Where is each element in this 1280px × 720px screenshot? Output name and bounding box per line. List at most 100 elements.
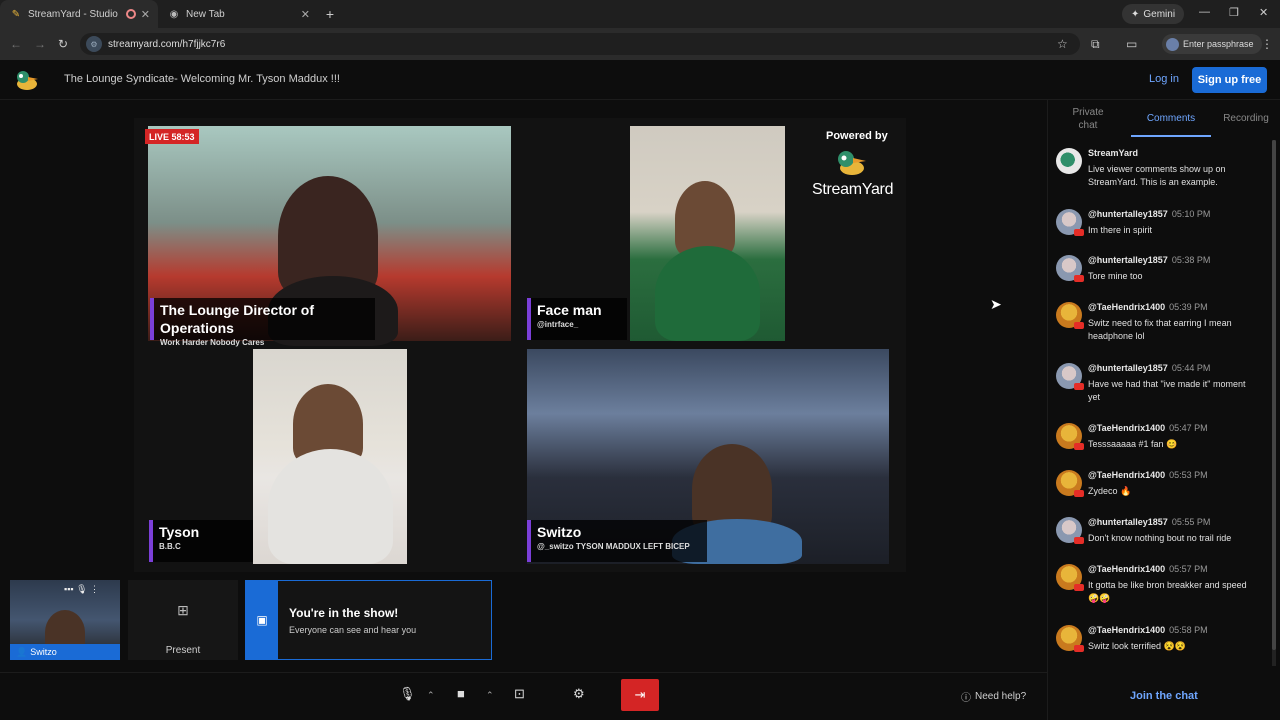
sparkle-icon: ✦	[1131, 8, 1140, 20]
comment-meta: @huntertalley1857 05:44 PM	[1088, 363, 1210, 373]
tab-new-tab[interactable]: ◉ New Tab ✕	[158, 0, 318, 28]
microphone-icon[interactable]: 🎙	[399, 686, 416, 702]
user-avatar	[1056, 564, 1084, 591]
tab-recording[interactable]: Recording	[1216, 113, 1276, 124]
participant-name: The Lounge Director of Operations	[160, 302, 314, 336]
comment-meta: @TaeHendrix1400 05:53 PM	[1088, 470, 1208, 480]
reload-icon[interactable]: ↻	[58, 37, 68, 51]
tab-comments[interactable]: Comments	[1136, 113, 1206, 124]
active-tab-underline	[1131, 135, 1211, 137]
close-tab-icon[interactable]: ✕	[141, 8, 150, 21]
user-avatar	[1056, 255, 1084, 282]
present-screen-icon: ⊞	[177, 602, 189, 618]
self-name: Switzo	[30, 647, 57, 657]
streamyard-logo-icon	[17, 71, 38, 90]
close-tab-icon[interactable]: ✕	[301, 8, 310, 21]
present-label: Present	[165, 645, 201, 656]
comment-text: Tore mine too	[1088, 271, 1143, 281]
user-avatar	[1056, 470, 1084, 497]
chrome-favicon-icon: ◉	[169, 8, 179, 20]
participant-subtitle: Work Harder Nobody Cares	[160, 338, 265, 347]
broadcast-title: The Lounge Syndicate- Welcoming Mr. Tyso…	[64, 73, 340, 85]
new-tab-button[interactable]: +	[318, 0, 342, 28]
camera-options-chevron-icon[interactable]: ⌃	[486, 690, 494, 701]
streamyard-brand-icon	[838, 151, 866, 175]
comment-time: 05:58 PM	[1169, 625, 1208, 635]
comment-time: 05:47 PM	[1169, 423, 1208, 433]
comment-text: Have we had that "ive made it" moment ye…	[1088, 379, 1246, 402]
comment-time: 05:44 PM	[1171, 363, 1211, 373]
gemini-button[interactable]: ✦ Gemini	[1122, 4, 1185, 24]
comment-text: Don't know nothing bout no trail ride	[1088, 533, 1232, 543]
nameplate-director: The Lounge Director of Operations Work H…	[150, 298, 375, 347]
help-icon: ⓘ	[961, 693, 971, 704]
browser-menu-icon[interactable]: ⋮	[1261, 37, 1273, 51]
window-close-icon[interactable]: ✕	[1259, 6, 1268, 19]
self-camera-controls[interactable]: ▪▪▪ 🎙 ⋮	[64, 584, 99, 595]
participant-name: Face man	[537, 302, 602, 318]
address-bar-row: ← → ↻ ⚙ streamyard.com/h7fjjkc7r6 ☆ ⧉ ▭	[0, 28, 1280, 60]
comment-meta: @TaeHendrix1400 05:47 PM	[1088, 423, 1208, 433]
comment-meta: @TaeHendrix1400 05:58 PM	[1088, 625, 1208, 635]
comment-username: @huntertalley1857	[1088, 255, 1168, 265]
comment-time: 05:53 PM	[1169, 470, 1208, 480]
self-name-label: 👤 Switzo	[10, 644, 120, 660]
share-screen-icon[interactable]: ⊡	[514, 686, 525, 702]
comment-time: 05:57 PM	[1169, 564, 1208, 574]
recording-indicator-icon	[126, 9, 136, 19]
cast-icon[interactable]: ▭	[1126, 37, 1137, 51]
leave-studio-button[interactable]: ⇥	[621, 679, 659, 711]
join-chat-link[interactable]: Join the chat	[1130, 690, 1198, 702]
extensions-icon[interactable]: ⧉	[1091, 37, 1100, 52]
in-show-title: You're in the show!	[289, 606, 399, 620]
back-icon[interactable]: ←	[10, 37, 22, 51]
restore-icon[interactable]: ❐	[1229, 6, 1239, 19]
comment-username: @TaeHendrix1400	[1088, 302, 1166, 312]
comment-username: @TaeHendrix1400	[1088, 423, 1166, 433]
comment-username: StreamYard	[1088, 148, 1139, 158]
participant-subtitle: @_switzo TYSON MADDUX LEFT BICEP	[537, 542, 690, 551]
bookmark-star-icon[interactable]: ☆	[1057, 37, 1068, 51]
comment-username: @TaeHendrix1400	[1088, 564, 1166, 574]
user-avatar	[1056, 517, 1084, 544]
login-link[interactable]: Log in	[1149, 73, 1179, 85]
streamyard-wordmark: StreamYard	[812, 181, 894, 198]
comments-scroll-thumb[interactable]	[1272, 140, 1276, 650]
tab-private-chat[interactable]: Private chat	[1062, 106, 1114, 132]
url-field[interactable]: ⚙ streamyard.com/h7fjjkc7r6	[80, 33, 1080, 55]
comment-username: @TaeHendrix1400	[1088, 470, 1166, 480]
participant-subtitle: @intrface_	[537, 320, 579, 329]
comment-text: It gotta be like bron breakker and speed…	[1088, 580, 1247, 603]
participant-name: Tyson	[159, 524, 200, 540]
site-info-icon[interactable]: ⚙	[86, 36, 102, 52]
browser-tab-bar: ✎ StreamYard - Studio ✕ ◉ New Tab ✕ +	[0, 0, 1280, 28]
signup-button[interactable]: Sign up free	[1192, 67, 1267, 93]
camera-icon[interactable]: ■	[457, 686, 465, 701]
user-avatar	[1056, 363, 1084, 390]
present-button[interactable]: ⊞ Present	[128, 580, 238, 660]
youtube-icon	[1074, 443, 1084, 450]
comment-text: Switz need to fix that earring I mean he…	[1088, 318, 1232, 341]
minimize-icon[interactable]: —	[1199, 6, 1210, 18]
gemini-label: Gemini	[1143, 8, 1176, 20]
settings-gear-icon[interactable]: ⚙	[573, 686, 585, 702]
youtube-icon	[1074, 275, 1084, 282]
comment-time: 05:38 PM	[1171, 255, 1211, 265]
youtube-icon	[1074, 229, 1084, 236]
help-button[interactable]: ⓘ Need help?	[961, 689, 1026, 704]
mic-options-chevron-icon[interactable]: ⌃	[427, 690, 435, 701]
in-show-notice: ▣ You're in the show! Everyone can see a…	[245, 580, 492, 660]
comment-text: Zydeco 🔥	[1088, 486, 1132, 496]
help-label: Need help?	[975, 691, 1027, 702]
url-text: streamyard.com/h7fjjkc7r6	[108, 38, 226, 50]
nameplate-switzo: Switzo @_switzo TYSON MADDUX LEFT BICEP	[527, 520, 707, 562]
tab-streamyard[interactable]: ✎ StreamYard - Studio ✕	[0, 0, 158, 28]
comment-meta: @huntertalley1857 05:38 PM	[1088, 255, 1210, 265]
passphrase-button[interactable]: Enter passphrase	[1162, 34, 1262, 54]
forward-icon[interactable]: →	[34, 37, 46, 51]
participant-video-face-man	[630, 126, 785, 341]
person-badge-icon: ▣	[246, 581, 278, 659]
mouse-cursor-icon: ➤	[990, 296, 1002, 312]
streamyard-favicon-icon: ✎	[11, 8, 21, 20]
person-icon: 👤	[16, 646, 28, 657]
